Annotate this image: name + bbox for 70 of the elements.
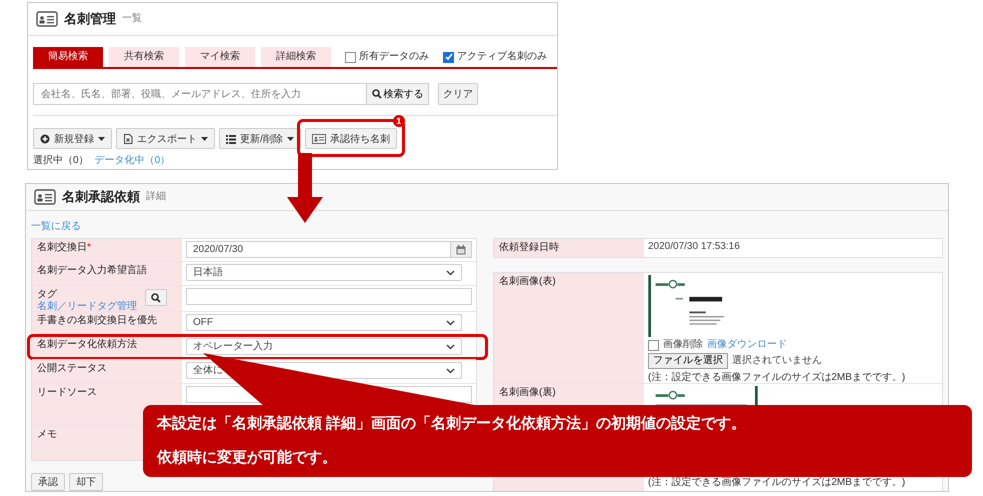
page-subtitle: 詳細 [146,191,166,203]
callout-text: 依頼時に変更が可能です。 [157,448,338,468]
caret-icon [98,136,105,140]
down-arrow [287,153,323,223]
caret-icon [286,136,294,140]
search-icon [151,292,161,302]
field-label: リードソース [37,387,97,399]
action-button[interactable]: エクスポート [116,128,215,149]
search-tab[interactable]: 簡易検索 [33,47,103,67]
page-title: 名刺管理 [64,13,116,25]
field-label: 依頼登録日時 [499,242,559,254]
field-label: メモ [37,429,57,441]
search-tab[interactable]: 詳細検索 [261,47,331,67]
business-card-icon [312,134,326,144]
checkbox[interactable] [443,52,454,62]
count-badge: 1 [392,115,405,127]
note-text: (注：設定できる画像ファイルのサイズは2MBまでです。) [648,371,906,383]
form-button[interactable]: 却下 [69,473,103,491]
status-text: 選択中（0） [33,155,89,167]
checkbox-label: アクティブ名刺のみ [457,51,547,63]
download-link[interactable]: 画像ダウンロード [707,339,787,351]
note-text: (注：設定できる画像ファイルのサイズは2MBまでです。) [648,476,906,489]
calendar-button[interactable] [450,242,471,257]
business-card-icon [34,189,56,205]
clear-button[interactable]: クリア [438,83,478,105]
select-field[interactable]: 日本語 [186,264,462,281]
action-button[interactable]: 更新/削除 [219,128,301,149]
page-title: 名刺承認依頼 [62,191,140,203]
search-tab[interactable]: マイ検索 [185,47,255,67]
field-label: 手書きの名刺交換日を優先 [37,315,157,327]
page-subtitle: 一覧 [122,13,142,25]
chevron-down-icon [446,270,455,276]
plus-circle-icon [40,134,50,144]
field-label: 名刺画像(裏) [499,387,556,399]
select-field[interactable]: OFF [186,314,462,331]
field-label: 名刺データ化依頼方法 [37,339,137,351]
checkbox-label: 所有データのみ [359,51,429,63]
document-icon [123,134,133,144]
file-select-button[interactable]: ファイルを選択 [648,353,728,369]
select-field[interactable]: オペレーター入力 [186,338,462,355]
checkbox[interactable] [648,340,659,350]
search-button[interactable]: 検索する [367,83,429,105]
chevron-down-icon [446,344,455,350]
date-field[interactable]: 2020/07/30 [186,241,472,258]
callout-text: 本設定は「名刺承認依頼 詳細」画面の「名刺データ化依頼方法」の初期値の設定です。 [157,414,748,434]
calendar-icon [456,244,466,254]
search-button[interactable] [145,289,167,306]
caret-icon [201,136,208,140]
search-icon [372,89,382,99]
field-label: 名刺データ入力希望言語 [37,265,147,277]
field-label: 公開ステータス [37,363,107,375]
checkbox[interactable] [345,52,356,62]
search-tab[interactable]: 共有検索 [109,47,179,67]
action-button[interactable]: 承認待ち名刺 [304,128,397,149]
field-value: 2020/07/30 17:53:16 [648,241,741,253]
tag-field[interactable] [186,288,472,305]
file-status: 選択されていません [732,355,822,367]
business-card-icon [36,11,58,27]
chevron-down-icon [446,368,455,374]
search-field[interactable]: 会社名、氏名、部署、役職、メールアドレス、住所を入力 [33,83,367,105]
form-button[interactable]: 承認 [31,473,65,491]
checkbox-label: 画像削除 [663,339,703,351]
action-button[interactable]: 新規登録 [33,128,112,149]
status-link[interactable]: データ化中（0） [94,155,170,167]
list-icon [226,134,236,144]
back-link[interactable]: 一覧に戻る [31,221,948,233]
field-label: 名刺交換日* [37,242,91,254]
field-label: 名刺画像(表) [499,276,556,288]
chevron-down-icon [446,320,455,326]
field-label: タグ [37,289,58,300]
